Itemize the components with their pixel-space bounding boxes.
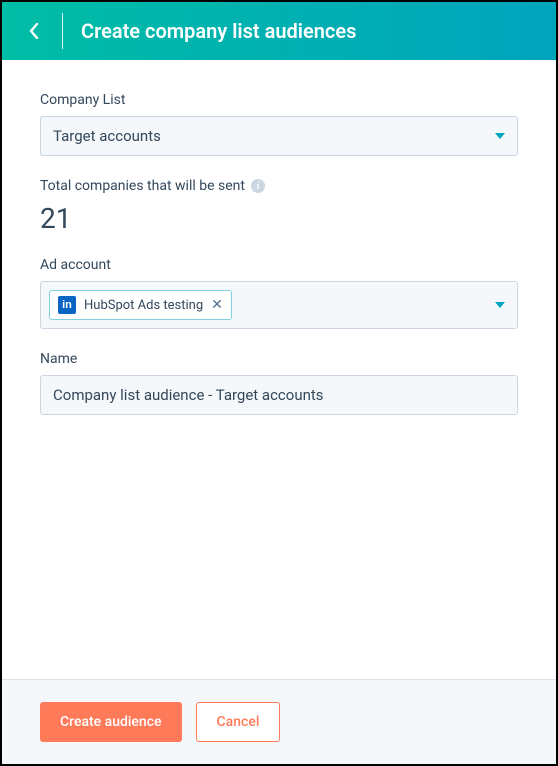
company-list-field: Company List Target accounts [40, 92, 518, 156]
total-companies-field: Total companies that will be sent i 21 [40, 178, 518, 235]
info-icon[interactable]: i [251, 179, 265, 193]
total-companies-value: 21 [40, 202, 518, 235]
ad-account-select[interactable]: in HubSpot Ads testing ✕ [40, 281, 518, 329]
name-field: Name [40, 351, 518, 415]
ad-account-chip-label: HubSpot Ads testing [84, 298, 203, 313]
footer-actions: Create audience Cancel [2, 679, 556, 764]
chip-remove-button[interactable]: ✕ [211, 298, 223, 312]
total-companies-label-text: Total companies that will be sent [40, 178, 245, 194]
chevron-down-icon [495, 302, 505, 308]
chevron-down-icon [495, 133, 505, 139]
ad-account-chip: in HubSpot Ads testing ✕ [49, 290, 232, 320]
linkedin-icon: in [58, 296, 76, 314]
form-content: Company List Target accounts Total compa… [2, 60, 556, 679]
cancel-button[interactable]: Cancel [196, 702, 281, 742]
create-audience-button[interactable]: Create audience [40, 702, 182, 742]
back-button[interactable] [20, 17, 48, 45]
ad-account-label: Ad account [40, 257, 518, 273]
ad-account-field: Ad account in HubSpot Ads testing ✕ [40, 257, 518, 329]
company-list-select[interactable]: Target accounts [40, 116, 518, 156]
chevron-left-icon [29, 23, 39, 39]
company-list-value: Target accounts [53, 127, 161, 145]
name-label: Name [40, 351, 518, 367]
total-companies-label: Total companies that will be sent i [40, 178, 518, 194]
page-title: Create company list audiences [81, 19, 356, 43]
name-input[interactable] [40, 375, 518, 415]
page-header: Create company list audiences [2, 2, 556, 60]
header-divider [62, 13, 63, 49]
company-list-label: Company List [40, 92, 518, 108]
